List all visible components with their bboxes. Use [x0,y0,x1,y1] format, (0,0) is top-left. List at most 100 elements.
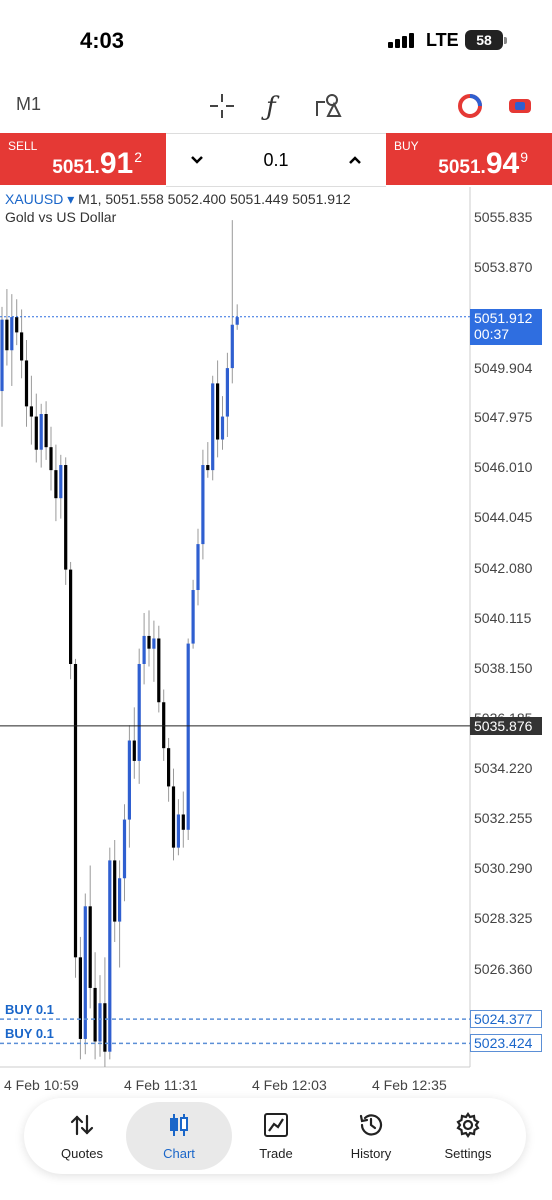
history-clock-icon [359,1114,383,1136]
candle-body [157,638,161,703]
candle-body [118,878,122,922]
candle-body [171,786,176,848]
candle-body [230,324,234,369]
x-tick-label: 4 Feb 10:59 [4,1077,79,1093]
candle-body [181,814,185,830]
sell-button[interactable]: SELL 5051.912 [0,133,166,185]
signal-strength-icon [388,32,418,48]
bottom-navigation: Quotes Chart Trade History Settings [24,1098,526,1174]
nav-chart-label: Chart [163,1146,195,1161]
candle-body [73,663,78,958]
y-tick-label: 5028.325 [474,910,533,927]
candle-body [54,470,58,499]
candle-body [235,317,239,325]
chart-toolbar: M1 ƒ [0,80,552,132]
network-type: LTE [426,30,459,50]
ohlc-values: M1, 5051.558 5052.400 5051.449 5051.912 [78,191,351,207]
y-tick-label: 5046.010 [474,459,533,476]
y-tick-label: 5030.290 [474,860,533,877]
candle-body [186,643,190,830]
symbol-description: Gold vs US Dollar [5,209,117,225]
battery-icon: 58 [465,30,507,50]
candle-body [10,317,14,351]
timeframe-button[interactable]: M1 [16,94,41,115]
volume-control: 0.1 [166,133,386,187]
sell-label: SELL [8,139,38,153]
nav-quotes-label: Quotes [61,1146,103,1161]
candle-body [137,663,141,761]
candle-body [122,819,127,879]
indicators-icon[interactable]: ƒ [266,92,276,122]
candle-body [201,465,205,545]
buy-label: BUY [394,139,419,153]
candle-body [147,635,151,649]
candle-body [211,383,215,471]
bar-countdown: 00:37 [474,325,510,342]
status-time: 4:03 [80,28,125,53]
increase-volume-icon[interactable] [348,153,362,167]
y-tick-label: 5042.080 [474,559,533,576]
buy-price: 5051.949 [438,147,528,180]
y-tick-label: 5026.360 [474,960,533,977]
x-tick-label: 4 Feb 12:35 [372,1077,447,1093]
candle-body [88,906,92,988]
candle-body [64,465,68,570]
crosshair-icon[interactable] [208,92,236,120]
candle-body [78,957,82,1039]
candle-body [5,319,9,351]
status-bar: 4:03 LTE 58 [0,0,552,80]
order-label[interactable]: BUY 0.1 [5,1026,54,1041]
price-chart[interactable]: XAUUSD ▾ M1, 5051.558 5052.400 5051.449 … [0,187,552,1100]
buy-button[interactable]: BUY 5051.949 [386,133,552,185]
trade-line-icon [264,1113,288,1137]
settings-gear-icon [456,1112,480,1138]
order-price-tag[interactable]: 5024.377 [470,1010,542,1029]
nav-settings-label: Settings [444,1146,492,1161]
one-click-trade-panel: SELL 5051.912 0.1 BUY 5051.949 [0,133,552,187]
candle-body [162,702,166,749]
candle-body [206,465,210,471]
candle-body [0,319,4,392]
y-tick-label: 5038.150 [474,659,533,676]
candle-body [216,383,220,440]
candle-body [127,740,131,820]
order-price-tag[interactable]: 5023.424 [470,1034,542,1053]
nav-trade-label: Trade [259,1146,293,1161]
nav-history[interactable]: History [321,1102,421,1170]
candle-body [220,416,225,440]
sell-price: 5051.912 [52,147,142,180]
candle-body [34,416,38,450]
candle-body [167,748,171,787]
quotes-arrows-icon [70,1114,94,1136]
candle-body [44,414,48,448]
y-tick-label: 5044.045 [474,509,533,526]
candle-body [93,987,97,1042]
candle-body [142,635,146,664]
y-tick-label: 5034.220 [474,760,533,777]
candle-body [98,1003,102,1042]
current-price-value: 5051.912 [474,309,533,326]
chart-candles-icon [170,1114,188,1136]
symbol-name[interactable]: XAUUSD [5,191,63,207]
nav-settings[interactable]: Settings [418,1102,518,1170]
candle-body [191,590,195,644]
nav-quotes[interactable]: Quotes [32,1102,132,1170]
y-tick-label: 5047.975 [474,409,533,426]
nav-chart[interactable]: Chart [126,1102,232,1170]
trade-mode-icon[interactable] [506,92,534,120]
symbol-dropdown-icon[interactable]: ▾ [63,191,78,207]
x-tick-label: 4 Feb 12:03 [252,1077,327,1093]
nav-trade[interactable]: Trade [226,1102,326,1170]
candle-body [24,360,29,407]
y-tick-label: 5032.255 [474,810,533,827]
crosshair-price-tag: 5035.876 [470,716,542,735]
candle-body [108,860,112,1052]
candle-body [39,414,43,450]
candle-body [103,1003,107,1052]
candle-body [49,447,53,471]
candle-body [20,332,24,361]
objects-icon[interactable] [314,92,342,120]
candle-body [69,569,73,664]
order-label[interactable]: BUY 0.1 [5,1002,54,1017]
one-click-trading-icon[interactable] [456,92,484,120]
